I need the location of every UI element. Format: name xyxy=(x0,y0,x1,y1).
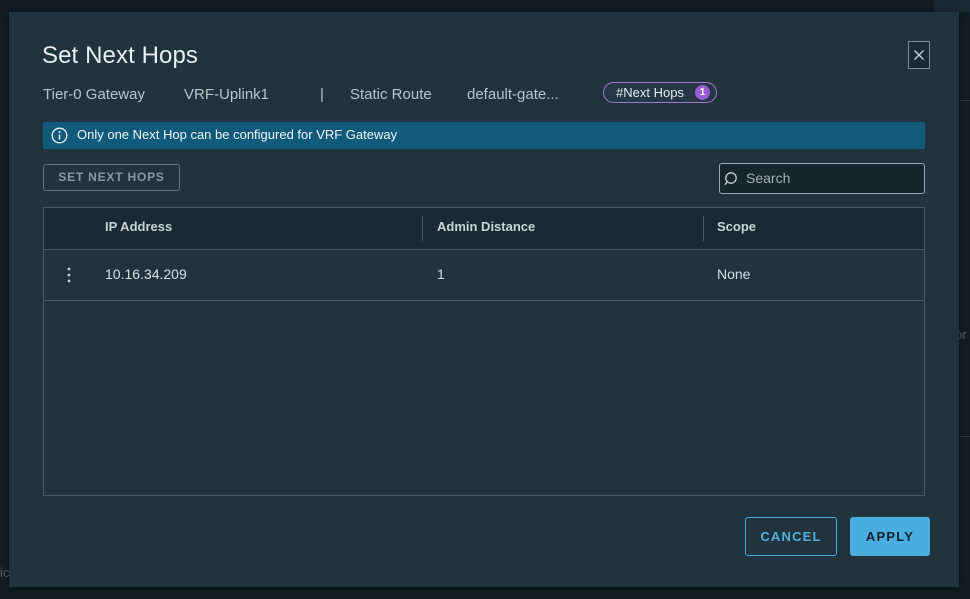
background-divider xyxy=(960,436,970,437)
background-divider xyxy=(960,100,970,101)
breadcrumb-separator: | xyxy=(320,86,324,103)
set-next-hops-dialog: Set Next Hops Tier-0 Gateway VRF-Uplink1… xyxy=(9,12,959,587)
row-actions-button[interactable] xyxy=(62,265,76,285)
info-icon xyxy=(51,127,68,144)
column-header-ip-address[interactable]: IP Address xyxy=(105,219,172,234)
column-header-scope[interactable]: Scope xyxy=(717,219,756,234)
breadcrumb-route-type: Static Route xyxy=(350,86,432,103)
close-icon xyxy=(914,50,924,60)
next-hops-table: IP Address Admin Distance Scope 10.16.34… xyxy=(43,207,925,496)
column-divider[interactable] xyxy=(422,216,423,241)
cell-admin-distance: 1 xyxy=(437,266,445,282)
breadcrumb-gateway-name: VRF-Uplink1 xyxy=(184,86,270,103)
column-header-admin-distance[interactable]: Admin Distance xyxy=(437,219,535,234)
background-header-strip xyxy=(934,0,970,12)
column-divider[interactable] xyxy=(703,216,704,241)
apply-button[interactable]: APPLY xyxy=(850,517,930,556)
table-row: 10.16.34.209 1 None xyxy=(44,250,924,301)
set-next-hops-button[interactable]: SET NEXT HOPS xyxy=(43,164,180,191)
info-banner-text: Only one Next Hop can be configured for … xyxy=(77,127,398,142)
breadcrumb-route-name: default-gate... xyxy=(467,86,559,103)
search-icon xyxy=(724,172,737,186)
table-header: IP Address Admin Distance Scope xyxy=(44,208,924,250)
breadcrumb-gateway-type: Tier-0 Gateway xyxy=(43,86,145,103)
search-box[interactable] xyxy=(719,163,925,194)
cell-scope: None xyxy=(717,266,751,282)
close-button[interactable] xyxy=(908,41,930,69)
vertical-ellipsis-icon xyxy=(67,267,71,283)
cancel-button[interactable]: CANCEL xyxy=(745,517,837,556)
cell-ip-address: 10.16.34.209 xyxy=(105,266,187,282)
dialog-title: Set Next Hops xyxy=(42,42,199,69)
search-input[interactable] xyxy=(746,167,918,189)
next-hops-pill-label: #Next Hops xyxy=(616,85,684,100)
info-banner: Only one Next Hop can be configured for … xyxy=(43,122,925,149)
background-text-fragment: ic xyxy=(0,565,10,580)
next-hops-count-badge: 1 xyxy=(695,85,710,100)
next-hops-count-pill: #Next Hops 1 xyxy=(603,82,717,103)
